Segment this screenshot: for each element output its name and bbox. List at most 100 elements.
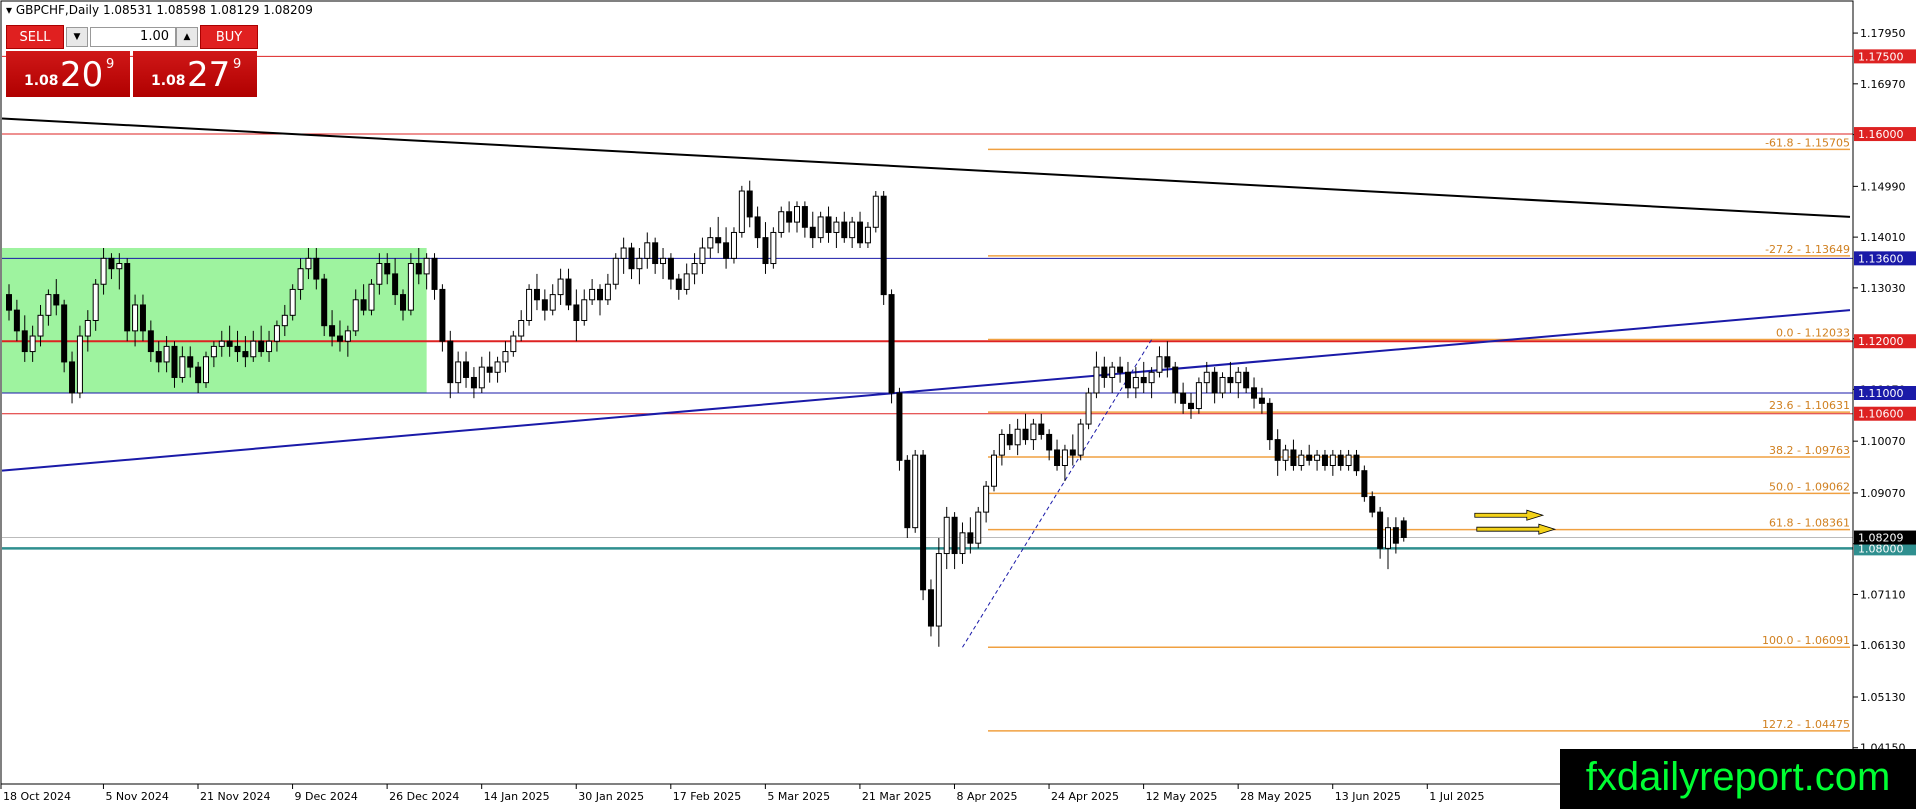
candle-body — [210, 345, 217, 358]
fib-label: 50.0 - 1.09062 — [1769, 480, 1850, 493]
candle-body — [470, 376, 477, 389]
candle-body — [991, 454, 997, 487]
price-tick-label: 1.10070 — [1860, 435, 1906, 448]
buy-button[interactable]: BUY — [200, 25, 258, 49]
candle-body — [1219, 376, 1226, 394]
candle-body — [549, 294, 556, 311]
candle-body — [904, 459, 911, 529]
candle-body — [463, 361, 470, 378]
candle-body — [384, 263, 391, 275]
candle-body — [1132, 376, 1139, 389]
time-tick-label: 1 Jul 2025 — [1429, 790, 1484, 803]
price-tick-label: 1.06130 — [1860, 639, 1906, 652]
candle-body — [730, 231, 737, 259]
candle-body — [494, 361, 501, 373]
candle-body — [45, 294, 52, 316]
fib-label: 38.2 - 1.09763 — [1769, 444, 1850, 457]
candle-body — [573, 304, 580, 321]
candle-body — [1251, 387, 1258, 399]
candle-body — [1188, 402, 1194, 410]
time-tick-label: 8 Apr 2025 — [956, 790, 1017, 803]
candle-body — [1211, 371, 1218, 394]
candle-body — [1180, 392, 1187, 404]
caret-down-icon[interactable]: ▼ — [66, 27, 88, 47]
candle-body — [1266, 402, 1273, 441]
candle-body — [313, 257, 320, 280]
collapse-triangle-icon[interactable]: ▾ — [6, 3, 12, 17]
candle-body — [455, 361, 462, 384]
candle-body — [486, 366, 493, 373]
candle-body — [998, 433, 1005, 456]
candle-body — [1117, 366, 1124, 373]
candle-body — [1014, 428, 1021, 446]
candle-body — [699, 247, 706, 265]
candle-body — [794, 206, 800, 223]
candle-body — [1109, 366, 1116, 378]
candle-body — [502, 351, 509, 363]
candle-body — [1069, 449, 1076, 456]
candle-body — [1195, 382, 1202, 410]
candle-body — [935, 553, 942, 627]
price-chart[interactable]: -61.8 - 1.15705 -27.2 - 1.13649 0.0 - 1.12… — [0, 0, 1916, 809]
candle-body — [896, 392, 903, 461]
level-tag-label: 1.17500 — [1858, 50, 1904, 63]
candle-body — [675, 278, 682, 290]
time-tick-label: 18 Oct 2024 — [3, 790, 71, 803]
candle-body — [195, 366, 202, 384]
candle-body — [541, 299, 548, 311]
candle-body — [849, 221, 856, 239]
sell-quote[interactable]: 1.08 20 9 — [6, 51, 130, 97]
candle-body — [1022, 428, 1029, 441]
candle-body — [258, 340, 265, 353]
candle-body — [336, 335, 343, 342]
candle-body — [1164, 356, 1171, 368]
sell-button[interactable]: SELL — [6, 25, 64, 49]
candle-body — [352, 299, 359, 332]
lot-size-input[interactable]: 1.00 — [90, 27, 176, 47]
candle-body — [1369, 496, 1376, 513]
candle-body — [13, 309, 20, 332]
candle-body — [1203, 371, 1210, 384]
candle-body — [1054, 449, 1061, 467]
candle-body — [1400, 520, 1407, 538]
candle-body — [76, 335, 83, 394]
candle-body — [723, 242, 730, 259]
buy-quote[interactable]: 1.08 27 9 — [133, 51, 257, 97]
candle-body — [1258, 397, 1265, 404]
candle-body — [526, 288, 533, 321]
candle-body — [242, 351, 249, 358]
caret-up-icon[interactable]: ▲ — [176, 27, 198, 47]
candle-body — [37, 314, 44, 337]
candle-body — [912, 454, 919, 529]
candle-body — [644, 242, 651, 259]
level-tag-label: 1.13600 — [1858, 252, 1904, 265]
candle-body — [1353, 454, 1360, 472]
candle-body — [61, 304, 68, 363]
candle-body — [864, 226, 871, 244]
candle-body — [321, 278, 328, 327]
candle-body — [1038, 423, 1045, 435]
candle-body — [1298, 454, 1305, 467]
candle-body — [1077, 423, 1084, 456]
candle-body — [6, 294, 12, 311]
candle-body — [604, 283, 611, 301]
candle-body — [368, 283, 375, 311]
candle-body — [817, 216, 824, 239]
candle-body — [439, 288, 446, 342]
candle-body — [329, 325, 336, 337]
time-tick-label: 21 Mar 2025 — [862, 790, 932, 803]
candle-body — [1235, 371, 1242, 384]
candle-body — [1243, 371, 1250, 389]
candle-body — [179, 356, 186, 378]
candle-body — [983, 485, 990, 513]
candle-body — [84, 319, 91, 337]
candle-body — [1046, 433, 1053, 451]
candle-body — [478, 366, 485, 389]
candle-body — [1282, 449, 1289, 461]
price-tick-label: 1.14010 — [1860, 231, 1906, 244]
candle-body — [746, 190, 753, 218]
candle-body — [297, 268, 304, 290]
candle-body — [1337, 454, 1344, 467]
candle-body — [975, 511, 982, 544]
candle-body — [218, 340, 225, 347]
